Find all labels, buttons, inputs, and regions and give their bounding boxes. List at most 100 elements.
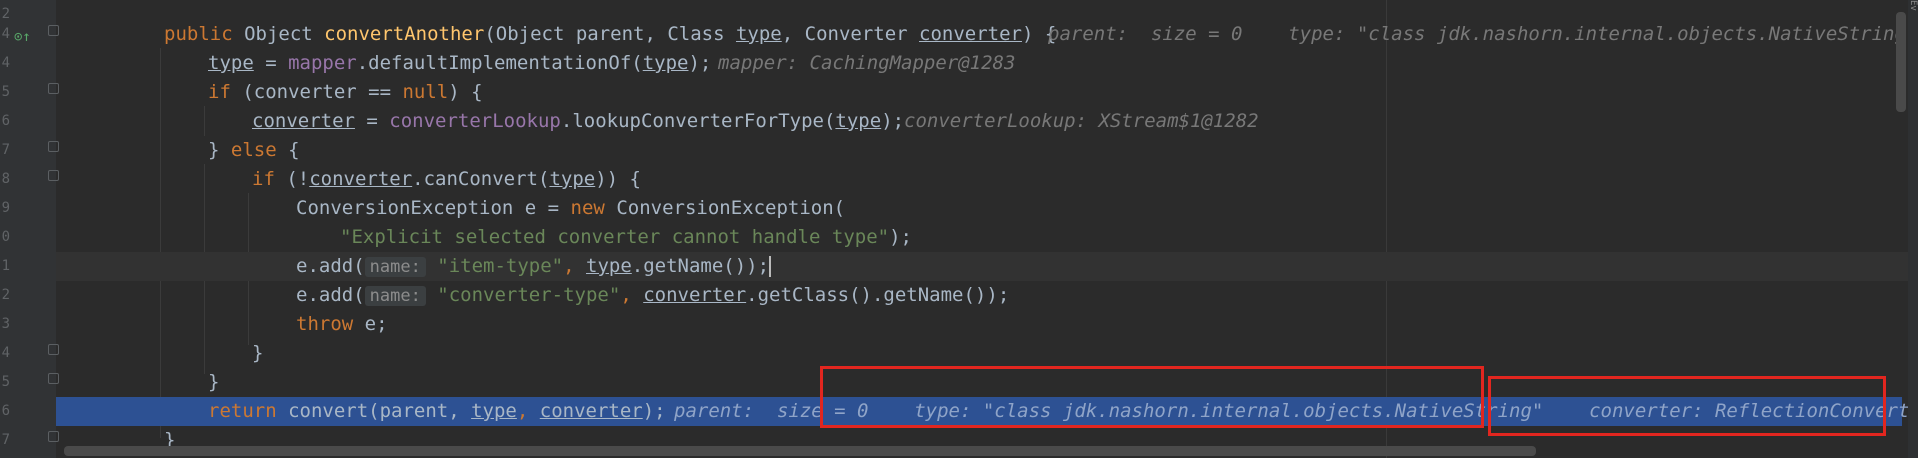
- code-token: )) {: [595, 168, 641, 190]
- code-token: converter: [252, 110, 355, 132]
- code-line[interactable]: if (converter == null) {: [56, 78, 1918, 107]
- code-token: ,: [563, 255, 587, 277]
- code-line[interactable]: e.add(name: "item-type", type.getName())…: [56, 252, 1918, 281]
- code-token: type: [735, 23, 782, 45]
- code-token: convertAnother: [324, 23, 485, 45]
- code-token: converter: [919, 23, 1022, 45]
- code-text: return convert(parent, type, converter);: [208, 397, 666, 426]
- code-token: e.add(: [296, 255, 365, 277]
- line-number: 0: [1, 229, 10, 245]
- right-side-strip: Ev: [1908, 0, 1918, 458]
- code-text: ConversionException e = new ConversionEx…: [296, 194, 845, 223]
- code-token: , Converter: [781, 23, 920, 45]
- code-token: );: [881, 110, 905, 132]
- line-number: 1: [1, 258, 10, 274]
- code-text: }: [208, 368, 219, 397]
- code-token: ,: [620, 284, 644, 306]
- line-number: 7: [1, 432, 10, 448]
- code-line[interactable]: } else {: [56, 136, 1918, 165]
- code-token: }: [252, 342, 264, 364]
- code-text: e.add(name: "item-type", type.getName())…: [296, 252, 772, 282]
- code-token: ConversionException e =: [296, 197, 571, 219]
- code-token: if: [208, 81, 243, 103]
- code-line[interactable]: throw e;: [56, 310, 1918, 339]
- code-token: convert(parent,: [288, 400, 472, 422]
- debug-inline-value[interactable]: parent: size = 0 type: "class jdk.nashor…: [1048, 20, 1918, 49]
- code-token: ConversionException(: [616, 197, 846, 219]
- code-token: type: [642, 52, 689, 74]
- code-text: type = mapper.defaultImplementationOf(ty…: [208, 49, 711, 78]
- code-token: else: [230, 139, 289, 161]
- code-token: );: [889, 226, 912, 248]
- line-number: 7: [1, 142, 10, 158]
- highlight-box-type: [820, 366, 1484, 428]
- line-number: 6: [1, 113, 10, 129]
- parameter-hint: name:: [364, 257, 426, 277]
- code-token: }: [208, 139, 231, 161]
- code-text: }: [252, 339, 263, 368]
- line-number: 6: [1, 403, 10, 419]
- parameter-hint: name:: [364, 286, 426, 306]
- code-line[interactable]: converter = converterLookup.lookupConver…: [56, 107, 1918, 136]
- code-line[interactable]: public Object convertAnother(Object pare…: [56, 20, 1918, 49]
- code-token: );: [688, 52, 712, 74]
- code-token: new: [570, 197, 617, 219]
- code-text: } else {: [208, 136, 300, 165]
- code-text: public Object convertAnother(Object pare…: [164, 20, 1056, 49]
- code-token: mapper: [288, 52, 357, 74]
- line-number: 3: [1, 316, 10, 332]
- highlight-box-converter: [1488, 376, 1886, 436]
- line-number: 5: [1, 374, 10, 390]
- vertical-scrollbar[interactable]: [1896, 12, 1906, 112]
- code-line[interactable]: }: [56, 339, 1918, 368]
- code-token: =: [354, 110, 390, 132]
- debug-inline-value[interactable]: mapper: CachingMapper@1283: [718, 49, 1015, 78]
- code-text: "Explicit selected converter cannot hand…: [340, 223, 912, 252]
- line-number: 9: [1, 200, 10, 216]
- code-token: throw: [296, 313, 365, 335]
- code-line[interactable]: ConversionException e = new ConversionEx…: [56, 194, 1918, 223]
- code-token: if: [252, 168, 287, 190]
- text-caret: [769, 256, 772, 277]
- code-token: Object: [244, 23, 325, 45]
- code-token: "converter-type": [437, 284, 621, 306]
- override-up-icon[interactable]: ⊙↑: [14, 30, 31, 44]
- line-number: 4: [1, 55, 10, 71]
- code-token: .defaultImplementationOf(: [356, 52, 643, 74]
- code-token: type: [471, 400, 517, 422]
- code-token: type: [549, 168, 596, 190]
- line-number: 8: [1, 171, 10, 187]
- code-token: (converter ==: [242, 81, 403, 103]
- code-token: type: [586, 255, 632, 277]
- code-token: .lookupConverterForType(: [560, 110, 836, 132]
- code-text: if (converter == null) {: [208, 78, 483, 107]
- code-token: ) {: [448, 81, 483, 103]
- code-line[interactable]: type = mapper.defaultImplementationOf(ty…: [56, 49, 1918, 78]
- code-token: return: [208, 400, 289, 422]
- code-line[interactable]: e.add(name: "converter-type", converter.…: [56, 281, 1918, 310]
- code-token: (!: [286, 168, 310, 190]
- code-token: (Object parent, Class: [484, 23, 736, 45]
- code-token: .getClass().getName());: [746, 284, 1010, 306]
- code-token: e;: [364, 313, 388, 335]
- code-line[interactable]: if (!converter.canConvert(type)) {: [56, 165, 1918, 194]
- code-token: type: [208, 52, 254, 74]
- code-text: if (!converter.canConvert(type)) {: [252, 165, 641, 194]
- debug-inline-value[interactable]: converterLookup: XStream$1@1282: [904, 107, 1259, 136]
- line-number: 4: [1, 26, 10, 42]
- right-tab-label[interactable]: Ev: [1908, 0, 1918, 11]
- line-number: 2: [1, 287, 10, 303]
- code-token: converter: [539, 400, 643, 422]
- code-token: =: [253, 52, 289, 74]
- code-token: null: [402, 81, 449, 103]
- horizontal-scrollbar[interactable]: [64, 446, 1536, 456]
- code-token: converter: [309, 168, 413, 190]
- code-token: .canConvert(: [412, 168, 550, 190]
- code-text: throw e;: [296, 310, 388, 339]
- code-token: .getName());: [631, 255, 770, 277]
- code-token: }: [208, 371, 220, 393]
- line-number: 4: [1, 345, 10, 361]
- code-line[interactable]: "Explicit selected converter cannot hand…: [56, 223, 1918, 252]
